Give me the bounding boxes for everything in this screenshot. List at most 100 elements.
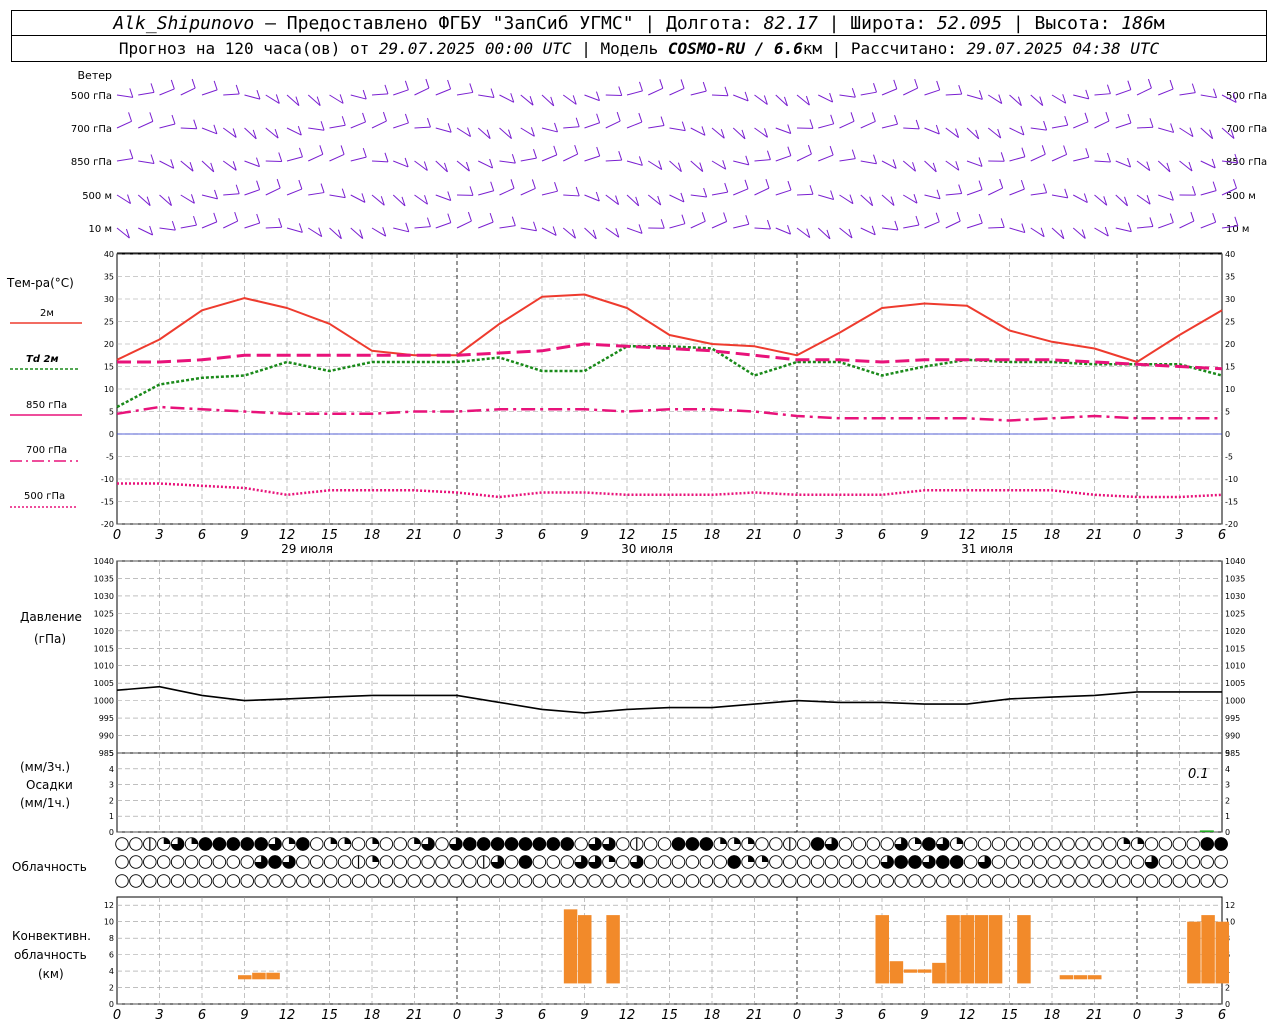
wind-barb-flag	[447, 123, 452, 133]
y-tick-label: 2	[109, 984, 114, 993]
cloud-symbol	[393, 855, 408, 869]
wind-barb-flag	[1106, 152, 1111, 163]
wind-barb-flag	[405, 222, 410, 232]
cloud-symbol	[1172, 837, 1187, 851]
wind-barb-flag	[1021, 223, 1026, 233]
wind-barb-flag	[724, 182, 729, 193]
convective-bar	[946, 915, 960, 984]
cloud-symbol	[379, 837, 394, 851]
wind-barb-flag	[278, 218, 283, 228]
y-tick-label-right: 1025	[1225, 609, 1245, 618]
wind-barb	[1051, 194, 1068, 199]
wind-barb-flag	[1233, 179, 1237, 189]
cloud-fill	[922, 837, 936, 851]
wind-barb	[116, 120, 132, 129]
x-tick-label: 3	[1175, 528, 1183, 543]
cloud-symbol	[657, 855, 672, 869]
x-tick-label: 18	[364, 1008, 381, 1023]
y-tick-label: 12	[104, 901, 114, 910]
wind-barb	[265, 187, 281, 196]
y-tick-label: 1030	[94, 592, 114, 601]
wind-level-label: 10 м	[89, 224, 112, 235]
cloud-fill	[748, 837, 755, 844]
wind-barb	[733, 223, 749, 229]
cloud-symbol	[1116, 874, 1131, 888]
y-tick-label: 5	[109, 408, 114, 417]
wind-barb	[435, 194, 451, 201]
cloud-symbol	[852, 874, 867, 888]
wind-barb	[966, 160, 983, 167]
cloud-symbol	[699, 855, 714, 869]
wind-barb	[499, 225, 516, 229]
convective-title: Конвективн. облачность (км)	[12, 929, 91, 981]
convective-bars	[238, 909, 1229, 984]
wind-barb-flag	[935, 212, 940, 222]
wind-barb	[1200, 221, 1216, 229]
wind-barb	[1136, 87, 1152, 96]
wind-barb-flag	[1085, 89, 1090, 100]
y-tick-label: -5	[106, 453, 114, 462]
wind-barb-flag	[1064, 115, 1069, 126]
wind-barb	[626, 227, 643, 234]
cloud-symbol	[1158, 837, 1173, 851]
cloud-symbol	[1033, 874, 1047, 888]
wind-barb	[584, 122, 600, 129]
wind-barb	[966, 94, 983, 100]
cloud-fill	[372, 837, 379, 844]
wind-barb-flag	[1020, 179, 1025, 190]
pressure-unit: (гПа)	[34, 632, 66, 646]
wind-barb	[520, 187, 536, 196]
wind-barb-flag	[447, 79, 452, 90]
wind-barb	[1158, 194, 1174, 201]
cloud-symbol	[1019, 874, 1034, 888]
cloud-symbol	[1089, 837, 1103, 851]
wind-barb-flag	[766, 219, 771, 230]
y-tick-label-right: 3	[1225, 781, 1230, 790]
wind-barb	[223, 93, 240, 96]
cloud-symbol	[296, 874, 310, 888]
wind-level-label: 500 м	[82, 191, 112, 202]
y-tick-label: 40	[104, 250, 114, 259]
meteogram: Ветер 500 гПа 500 гПа 700 гПа 700 гПа 850 гП…	[6, 69, 1267, 1023]
x-tick-label: 0	[793, 1008, 801, 1023]
wind-barb	[945, 220, 961, 229]
cloud-symbol	[936, 874, 950, 888]
cloud-symbol	[1172, 855, 1187, 869]
wind-barb	[584, 94, 600, 102]
x-tick-label: 0	[453, 528, 461, 543]
y-tick-label-right: -15	[1225, 498, 1238, 507]
cloud-symbol	[616, 855, 630, 869]
x-tick-label: 0	[113, 528, 121, 543]
cloud-fill	[254, 837, 268, 851]
cloud-symbol	[129, 855, 143, 869]
wind-barb	[414, 126, 431, 129]
cloud-fill	[372, 855, 379, 862]
wind-barb-flag	[978, 90, 983, 100]
wind-barb	[180, 87, 196, 96]
cloud-symbol	[337, 855, 352, 869]
convective-bar	[578, 915, 592, 984]
wind-barb	[669, 223, 686, 229]
cloud-fill	[198, 837, 213, 851]
x-tick-label: 9	[580, 528, 588, 543]
cloud-symbol	[393, 874, 408, 888]
x-tick-label: 15	[1001, 1008, 1018, 1023]
wind-barb-flag	[616, 111, 621, 122]
wind-barb-flag	[660, 116, 665, 126]
legend-850-label: 850 гПа	[26, 400, 67, 411]
x-tick-label: 3	[495, 528, 503, 543]
cloud-symbol	[838, 874, 853, 888]
wind-barb-flag	[809, 119, 814, 129]
y-tick-label-right: 1035	[1225, 574, 1245, 583]
y-tick-label: 1035	[94, 574, 114, 583]
x-axis-temperature: 0 3 6 9 12 15 18 21 0 3 6 9 12 15 18 21 0 3 6 9 12 15 18 21 0 3 6	[113, 528, 1226, 543]
wind-barb	[138, 120, 154, 129]
wind-barb	[1094, 120, 1110, 129]
cloud-symbol	[796, 874, 811, 888]
precip-bar	[1199, 830, 1214, 832]
wind-barb-flag	[129, 149, 134, 159]
cloud-fill	[226, 837, 241, 851]
wind-barb-flag	[384, 84, 389, 95]
cloud-fill	[1214, 837, 1228, 851]
wind-barb	[1073, 94, 1089, 100]
